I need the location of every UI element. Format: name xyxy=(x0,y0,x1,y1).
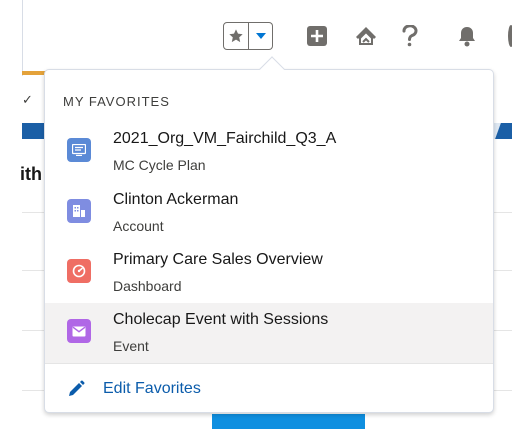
envelope-icon xyxy=(67,319,91,343)
favorite-name: Cholecap Event with Sessions xyxy=(113,311,329,328)
gauge-icon xyxy=(67,259,91,283)
notifications-button[interactable] xyxy=(455,22,479,50)
pencil-icon xyxy=(69,380,85,396)
favorite-item-active[interactable]: Cholecap Event with Sessions Event xyxy=(45,303,493,363)
favorites-button-group xyxy=(223,22,273,50)
favorite-item[interactable]: Primary Care Sales Overview Dashboard xyxy=(45,243,493,303)
trailhead-button[interactable] xyxy=(353,22,379,50)
chevron-down-icon xyxy=(255,33,266,39)
edit-favorites-label: Edit Favorites xyxy=(103,380,201,397)
favorite-item[interactable]: Clinton Ackerman Account xyxy=(45,183,493,243)
favorite-type: Dashboard xyxy=(113,278,182,294)
favorites-dropdown-button[interactable] xyxy=(249,22,273,50)
edit-favorites-link[interactable]: Edit Favorites xyxy=(67,378,201,400)
dropdown-divider xyxy=(45,363,493,364)
favorite-type: Event xyxy=(113,338,149,354)
left-edge xyxy=(0,0,22,429)
bell-icon xyxy=(459,27,475,47)
plus-icon xyxy=(307,26,327,46)
favorite-type: Account xyxy=(113,218,164,234)
favorite-name: Clinton Ackerman xyxy=(113,191,239,208)
primary-button-partial[interactable] xyxy=(212,414,365,429)
user-menu-partial[interactable] xyxy=(500,22,512,50)
building-icon xyxy=(67,199,91,223)
dropdown-title: MY FAVORITES xyxy=(63,94,170,109)
tab-check-mark: ✓ xyxy=(22,92,33,107)
help-icon xyxy=(402,25,418,47)
document-icon xyxy=(67,138,91,162)
help-button[interactable] xyxy=(398,22,422,50)
star-icon xyxy=(229,29,243,43)
avatar xyxy=(508,25,512,47)
favorite-name: 2021_Org_VM_Fairchild_Q3_A xyxy=(113,130,337,147)
favorite-name: Primary Care Sales Overview xyxy=(113,251,323,268)
favorites-star-button[interactable] xyxy=(223,22,249,50)
global-actions-button[interactable] xyxy=(305,22,329,50)
trailhead-icon xyxy=(356,27,376,45)
favorites-dropdown: MY FAVORITES 2021_Org_VM_Fairchild_Q3_A … xyxy=(44,69,494,413)
page-heading-partial: ith xyxy=(20,164,42,184)
favorite-type: MC Cycle Plan xyxy=(113,157,206,173)
favorite-item[interactable]: 2021_Org_VM_Fairchild_Q3_A MC Cycle Plan xyxy=(45,122,493,182)
